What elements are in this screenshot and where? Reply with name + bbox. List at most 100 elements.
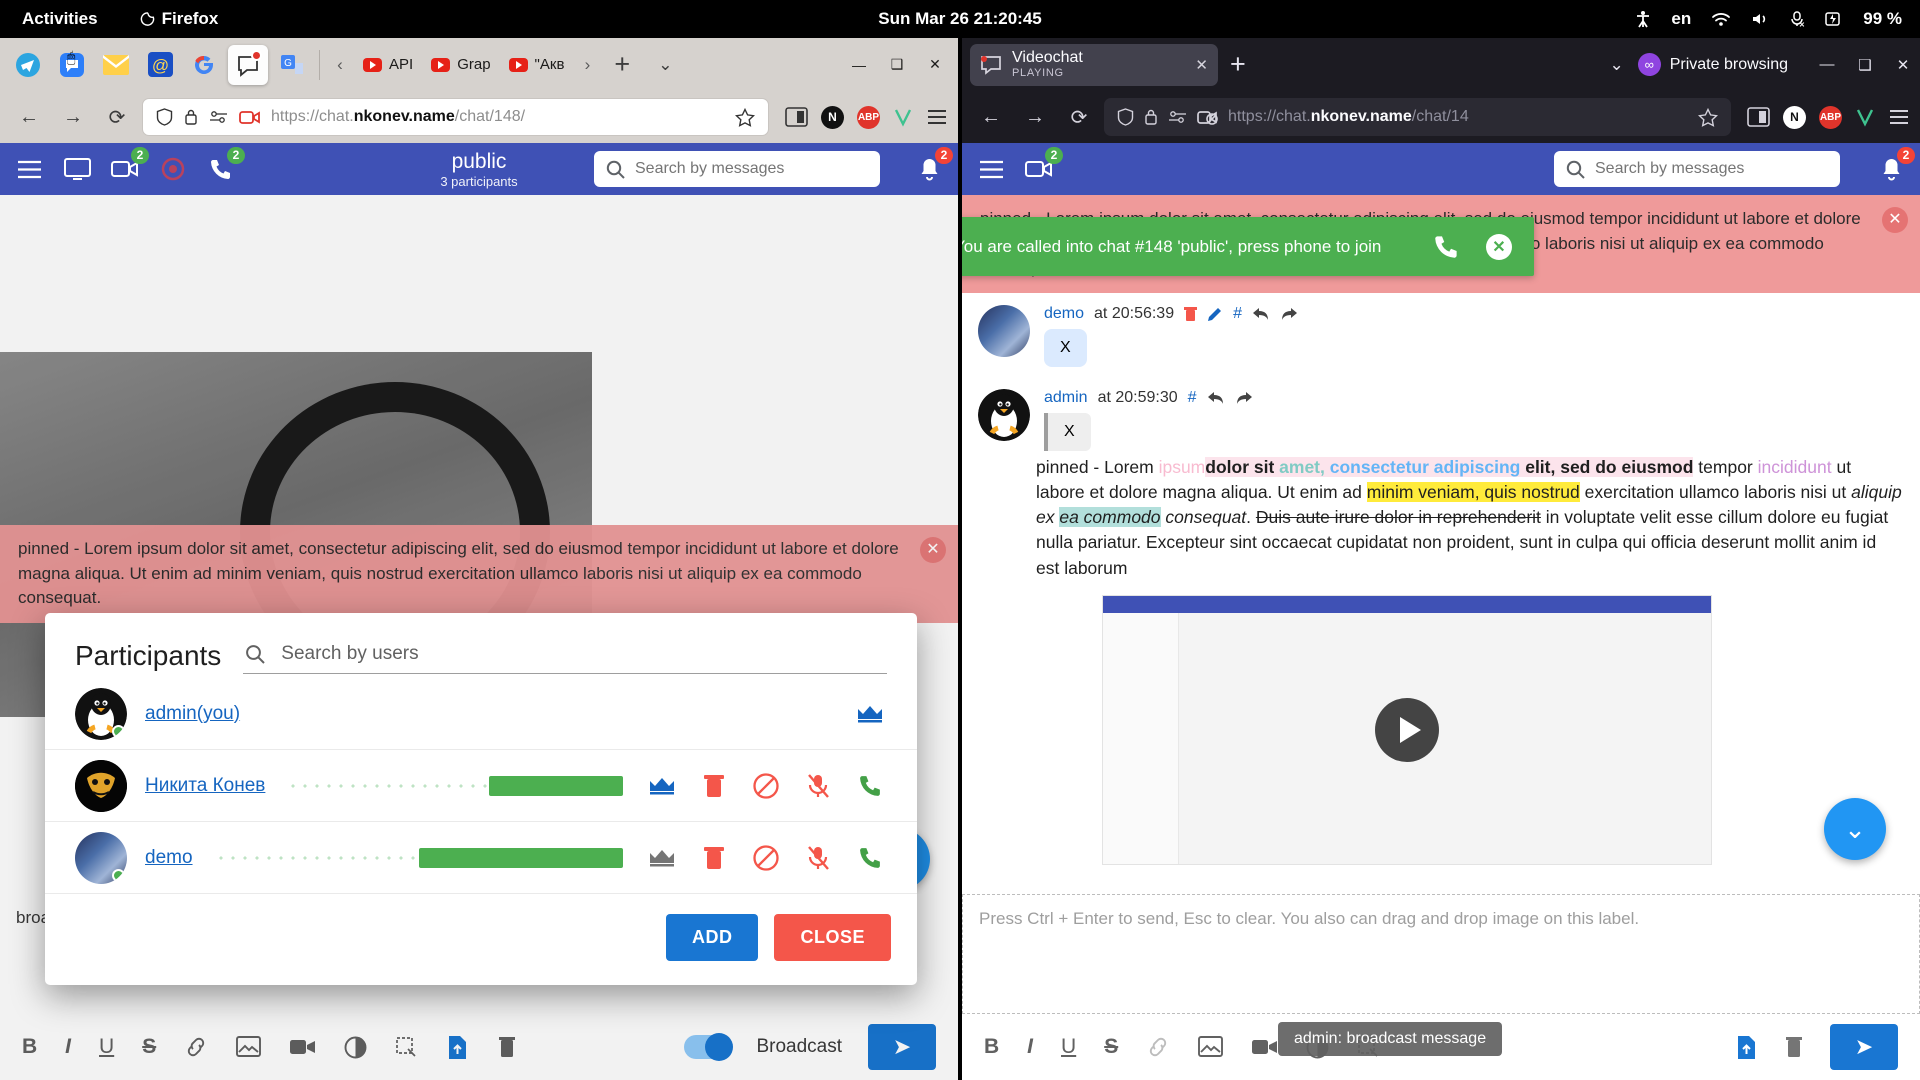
hamburger-menu-icon[interactable] xyxy=(926,108,948,126)
record-icon[interactable] xyxy=(158,154,188,184)
pinned-tab-translate[interactable]: G xyxy=(272,45,312,85)
delete-icon[interactable] xyxy=(697,845,731,871)
avatar[interactable] xyxy=(75,688,127,740)
list-all-tabs-icon[interactable]: ⌄ xyxy=(1595,55,1637,75)
bookmark-star-icon[interactable] xyxy=(1698,108,1718,127)
forward-button[interactable]: → xyxy=(1016,98,1054,136)
new-tab-button[interactable]: + xyxy=(602,49,642,80)
participant-row[interactable]: demo xyxy=(45,822,917,894)
underline-button[interactable]: U xyxy=(1061,1035,1076,1059)
vimium-icon[interactable] xyxy=(1855,107,1875,127)
adblock-icon[interactable]: ABP xyxy=(1819,106,1842,129)
pinned-tab-email[interactable]: @ xyxy=(140,45,180,85)
link-icon[interactable]: # xyxy=(1188,389,1197,407)
pinned-tab-google[interactable] xyxy=(184,45,224,85)
delete-icon[interactable] xyxy=(697,773,731,799)
maximize-button[interactable]: ❑ xyxy=(880,50,914,80)
mic-off-icon[interactable] xyxy=(801,845,835,871)
bookmark-star-icon[interactable] xyxy=(735,108,755,127)
address-bar[interactable]: https://chat.nkonev.name/chat/148/ xyxy=(142,98,769,136)
video-add-icon[interactable]: 2 xyxy=(110,154,140,184)
list-all-tabs-icon[interactable]: ⌄ xyxy=(644,55,686,75)
bell-icon[interactable]: 2 xyxy=(1876,154,1906,184)
screen-share-icon[interactable] xyxy=(62,154,92,184)
forward-icon[interactable] xyxy=(1235,391,1253,405)
delete-icon[interactable] xyxy=(1784,1035,1804,1059)
strikethrough-button[interactable]: S xyxy=(1104,1035,1118,1059)
mic-off-icon[interactable] xyxy=(801,773,835,799)
battery-charging-icon[interactable] xyxy=(1825,11,1843,27)
phone-icon[interactable] xyxy=(853,773,887,798)
hamburger-menu-icon[interactable] xyxy=(1888,108,1910,126)
camera-blocked-icon[interactable] xyxy=(1197,110,1218,125)
notes-icon[interactable]: N xyxy=(821,106,844,129)
pinned-tab-telegram[interactable] xyxy=(8,45,48,85)
participant-name[interactable]: demo xyxy=(145,847,193,869)
reload-button[interactable]: ⟳ xyxy=(1060,98,1098,136)
pinned-tab-gmail[interactable] xyxy=(96,45,136,85)
new-tab-button[interactable]: + xyxy=(1218,49,1258,80)
bell-icon[interactable]: 2 xyxy=(914,154,944,184)
participant-name[interactable]: admin(you) xyxy=(145,703,240,725)
search-input[interactable]: Search by messages xyxy=(594,151,880,187)
reload-button[interactable]: ⟳ xyxy=(98,98,136,136)
avatar[interactable] xyxy=(978,305,1030,357)
delete-icon[interactable] xyxy=(1184,306,1197,322)
link-icon[interactable] xyxy=(1146,1036,1170,1058)
shield-icon[interactable] xyxy=(156,108,173,126)
ban-icon[interactable] xyxy=(749,773,783,799)
adblock-icon[interactable]: ABP xyxy=(857,106,880,129)
wifi-icon[interactable] xyxy=(1711,11,1731,27)
close-icon[interactable]: ✕ xyxy=(1882,207,1908,233)
reply-icon[interactable] xyxy=(1252,307,1270,321)
tab-videochat[interactable]: Videochat PLAYING ✕ xyxy=(970,44,1218,86)
user-search-input[interactable]: Search by users xyxy=(243,637,887,674)
avatar[interactable] xyxy=(75,760,127,812)
phone-icon[interactable] xyxy=(853,845,887,870)
ban-icon[interactable] xyxy=(749,845,783,871)
italic-button[interactable]: I xyxy=(1027,1035,1033,1059)
phone-icon[interactable]: 2 xyxy=(206,154,236,184)
vimium-icon[interactable] xyxy=(893,107,913,127)
close-button[interactable]: CLOSE xyxy=(774,914,891,961)
hamburger-menu-icon[interactable] xyxy=(14,154,44,184)
phone-icon[interactable] xyxy=(1433,233,1460,260)
message-author[interactable]: admin xyxy=(1044,389,1088,407)
message-input-right[interactable]: Press Ctrl + Enter to send, Esc to clear… xyxy=(962,894,1920,1014)
back-button[interactable]: ← xyxy=(10,98,48,136)
pinned-tab-chat[interactable]: 🖱 xyxy=(52,45,92,85)
clock[interactable]: Sun Mar 26 21:20:45 xyxy=(0,9,1920,29)
minimize-button[interactable]: — xyxy=(1810,50,1844,80)
image-icon[interactable] xyxy=(1198,1036,1223,1058)
scroll-tabs-left-icon[interactable]: ‹ xyxy=(327,55,353,75)
keyboard-layout[interactable]: en xyxy=(1671,9,1691,29)
lock-icon[interactable] xyxy=(1144,108,1158,126)
lock-icon[interactable] xyxy=(184,108,198,126)
reader-icon[interactable] xyxy=(785,107,808,127)
scroll-tabs-right-icon[interactable]: › xyxy=(574,55,600,75)
notes-icon[interactable]: N xyxy=(1783,106,1806,129)
close-icon[interactable]: ✕ xyxy=(1486,234,1512,260)
forward-button[interactable]: → xyxy=(54,98,92,136)
tab-api[interactable]: API xyxy=(355,44,421,86)
participant-row[interactable]: Никита Конев xyxy=(45,750,917,822)
reader-icon[interactable] xyxy=(1747,107,1770,127)
crown-icon[interactable] xyxy=(645,776,679,796)
close-tab-icon[interactable]: ✕ xyxy=(1195,56,1208,74)
microphone-muted-icon[interactable]: ✕ xyxy=(1789,10,1805,28)
permissions-icon[interactable] xyxy=(209,110,228,124)
video-icon[interactable] xyxy=(1251,1037,1278,1057)
tab-akva[interactable]: "Акв xyxy=(501,44,573,86)
participant-row[interactable]: admin(you) xyxy=(45,678,917,750)
file-upload-icon[interactable] xyxy=(1735,1035,1758,1060)
address-bar[interactable]: https://chat.nkonev.name/chat/14 xyxy=(1104,98,1731,136)
minimize-button[interactable]: — xyxy=(842,50,876,80)
volume-icon[interactable] xyxy=(1751,11,1769,27)
shield-icon[interactable] xyxy=(1117,108,1134,126)
bold-button[interactable]: B xyxy=(984,1035,999,1059)
scroll-down-button[interactable]: ⌄ xyxy=(1824,798,1886,860)
add-button[interactable]: ADD xyxy=(666,914,759,961)
back-button[interactable]: ← xyxy=(972,98,1010,136)
hamburger-menu-icon[interactable] xyxy=(976,154,1006,184)
crown-icon[interactable] xyxy=(853,704,887,724)
